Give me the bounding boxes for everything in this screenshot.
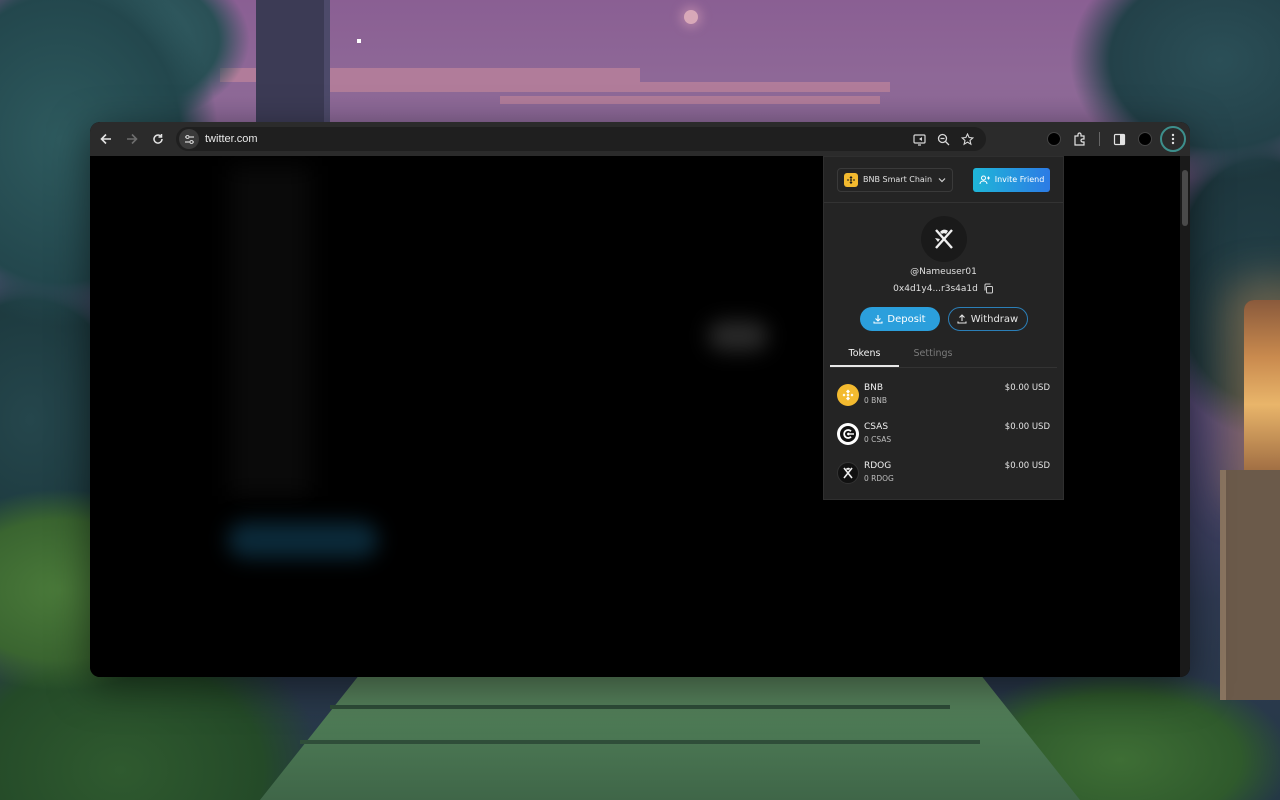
address-bar[interactable]: twitter.com — [176, 127, 986, 151]
star-icon — [960, 132, 974, 145]
page-scrollbar[interactable] — [1180, 156, 1190, 677]
csas-icon — [837, 423, 859, 445]
token-amount: 0 RDOG — [864, 474, 894, 483]
token-row-bnb[interactable]: BNB 0 BNB $0.00 USD — [837, 382, 1050, 421]
token-info: CSAS 0 CSAS — [864, 421, 1005, 444]
chevron-down-icon — [938, 177, 946, 182]
tab-settings[interactable]: Settings — [899, 341, 967, 367]
side-panel-icon — [1113, 133, 1125, 145]
wallpaper-path-line — [330, 705, 950, 709]
tab-tokens[interactable]: Tokens — [830, 341, 899, 367]
add-user-icon — [979, 175, 990, 184]
withdraw-button[interactable]: Withdraw — [947, 307, 1028, 331]
extensions-menu-button[interactable] — [1069, 128, 1091, 150]
cast-button[interactable] — [910, 130, 928, 148]
extension-button[interactable] — [1043, 128, 1065, 150]
invite-friend-button[interactable]: Invite Friend — [973, 167, 1050, 192]
wallet-tabs: Tokens Settings — [830, 341, 1057, 368]
browser-menu-button[interactable] — [1160, 126, 1186, 152]
wallpaper-path-line — [300, 740, 980, 744]
toolbar-separator — [1099, 132, 1100, 146]
token-value: $0.00 USD — [1004, 461, 1050, 471]
blurred-content — [230, 166, 310, 496]
token-symbol: BNB — [864, 383, 884, 393]
token-row-rdog[interactable]: RDOG 0 RDOG $0.00 USD — [837, 460, 1050, 499]
token-symbol: CSAS — [864, 422, 889, 432]
wallpaper-cloud — [500, 96, 880, 104]
token-amount: 0 CSAS — [864, 435, 892, 444]
wallpaper-star — [357, 39, 361, 43]
profile-button[interactable] — [1134, 128, 1156, 150]
zoom-icon — [937, 133, 949, 145]
deposit-label: Deposit — [887, 313, 926, 325]
wallet-logo-icon — [934, 229, 953, 249]
extension-circle-icon — [1047, 132, 1061, 146]
side-panel-button[interactable] — [1108, 128, 1130, 150]
wallet-address: 0x4d1y4...r3s4a1d — [893, 283, 978, 294]
reload-icon — [153, 134, 163, 144]
chain-label: BNB Smart Chain — [863, 175, 933, 184]
cast-icon — [912, 133, 926, 146]
upload-icon — [957, 314, 967, 324]
token-info: RDOG 0 RDOG — [864, 460, 1005, 483]
bookmark-button[interactable] — [958, 130, 976, 148]
wallet-profile: @Nameuser01 0x4d1y4...r3s4a1d Deposit Wi… — [824, 203, 1063, 331]
blurred-content — [228, 522, 378, 558]
wallpaper-lamp-post — [1220, 470, 1280, 700]
wallpaper-path — [260, 676, 1080, 800]
wallpaper-cloud — [330, 82, 890, 92]
wallpaper-trunk — [256, 0, 330, 130]
puzzle-icon — [1074, 132, 1085, 146]
scrollbar-thumb[interactable] — [1182, 170, 1188, 226]
reload-button[interactable] — [145, 126, 171, 152]
wallet-popup: BNB Smart Chain Invite Friend @Nameuser0… — [823, 156, 1064, 500]
wallet-header: BNB Smart Chain Invite Friend — [824, 157, 1063, 203]
arrow-right-icon — [127, 133, 138, 145]
bnb-icon — [837, 384, 859, 406]
token-list: BNB 0 BNB $0.00 USD CSAS 0 CSAS $0.00 US… — [824, 368, 1063, 499]
wallet-address-row: 0x4d1y4...r3s4a1d — [824, 283, 1063, 294]
download-icon — [873, 315, 883, 324]
wallpaper-moon — [684, 10, 698, 24]
zoom-button[interactable] — [934, 130, 952, 148]
chain-selector[interactable]: BNB Smart Chain — [837, 167, 953, 192]
rdog-icon — [837, 462, 859, 484]
omnibox-actions — [910, 127, 976, 151]
copy-icon[interactable] — [983, 283, 994, 294]
token-symbol: RDOG — [864, 461, 892, 471]
tune-icon — [184, 134, 194, 144]
site-info-button[interactable] — [179, 129, 199, 149]
wallet-username: @Nameuser01 — [910, 267, 977, 277]
token-info: BNB 0 BNB — [864, 382, 1005, 405]
browser-toolbar: twitter.com — [90, 122, 1190, 156]
invite-friend-label: Invite Friend — [994, 175, 1045, 184]
forward-button[interactable] — [119, 126, 145, 152]
token-row-csas[interactable]: CSAS 0 CSAS $0.00 USD — [837, 421, 1050, 460]
token-value: $0.00 USD — [1004, 383, 1050, 393]
back-button[interactable] — [93, 126, 119, 152]
bnb-chain-icon — [844, 172, 858, 187]
token-amount: 0 BNB — [864, 396, 888, 405]
profile-circle-icon — [1138, 132, 1152, 146]
kebab-menu-icon — [1171, 133, 1175, 145]
wallet-actions: Deposit Withdraw — [824, 307, 1063, 331]
avatar — [920, 216, 967, 262]
token-value: $0.00 USD — [1004, 422, 1050, 432]
arrow-left-icon — [100, 133, 111, 145]
toolbar-right — [1043, 126, 1186, 152]
wallpaper-lantern — [1244, 300, 1280, 490]
url-text: twitter.com — [205, 133, 258, 145]
deposit-button[interactable]: Deposit — [859, 307, 940, 331]
withdraw-label: Withdraw — [970, 313, 1019, 325]
blurred-content — [708, 321, 768, 351]
